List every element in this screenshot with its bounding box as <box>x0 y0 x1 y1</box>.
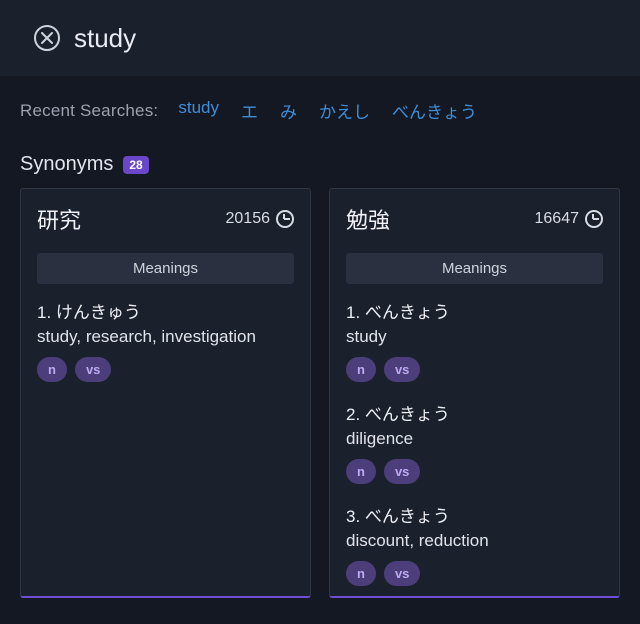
meaning-gloss: study, research, investigation <box>37 327 294 347</box>
meaning-item: 2. べんきょう diligence n vs <box>346 400 603 484</box>
clear-search-button[interactable] <box>34 25 60 51</box>
pos-tag-n: n <box>37 357 67 382</box>
card-header: 研究 20156 <box>37 203 294 235</box>
section-title: Synonyms <box>20 153 113 176</box>
pos-tag-n: n <box>346 357 376 382</box>
meaning-gloss: diligence <box>346 429 603 449</box>
meaning-gloss: study <box>346 327 603 347</box>
close-icon <box>41 32 53 44</box>
recent-searches-row: Recent Searches: study エ み かえし べんきょう <box>0 76 640 123</box>
synonym-card[interactable]: 研究 20156 Meanings 1. けんきゅう study, resear… <box>20 188 311 598</box>
pos-tags: n vs <box>37 357 294 382</box>
search-input[interactable] <box>74 23 620 54</box>
meaning-reading: 1. けんきゅう <box>37 298 294 323</box>
frequency: 16647 <box>535 210 604 228</box>
pos-tag-n: n <box>346 459 376 484</box>
meaning-item: 3. べんきょう discount, reduction n vs <box>346 502 603 586</box>
synonym-card[interactable]: 勉強 16647 Meanings 1. べんきょう study n vs 2.… <box>329 188 620 598</box>
recent-searches-list: study エ み かえし べんきょう <box>178 98 477 123</box>
frequency-value: 20156 <box>226 210 271 228</box>
recent-item[interactable]: study <box>178 98 219 123</box>
synonyms-section-header: Synonyms 28 <box>0 123 640 188</box>
synonym-cards: 研究 20156 Meanings 1. けんきゅう study, resear… <box>0 188 640 598</box>
recent-item[interactable]: かえし <box>319 98 370 123</box>
pos-tag-vs: vs <box>75 357 111 382</box>
frequency-value: 16647 <box>535 210 580 228</box>
pos-tag-n: n <box>346 561 376 586</box>
meaning-item: 1. べんきょう study n vs <box>346 298 603 382</box>
headword: 研究 <box>37 203 81 235</box>
pos-tag-vs: vs <box>384 459 420 484</box>
meanings-tab[interactable]: Meanings <box>346 253 603 284</box>
meaning-reading: 1. べんきょう <box>346 298 603 323</box>
meaning-reading: 3. べんきょう <box>346 502 603 527</box>
pos-tags: n vs <box>346 357 603 382</box>
pos-tag-vs: vs <box>384 357 420 382</box>
synonyms-count-badge: 28 <box>123 156 148 174</box>
meaning-reading: 2. べんきょう <box>346 400 603 425</box>
meanings-list: 1. けんきゅう study, research, investigation … <box>37 298 294 382</box>
meaning-item: 1. けんきゅう study, research, investigation … <box>37 298 294 382</box>
pos-tags: n vs <box>346 459 603 484</box>
recent-searches-label: Recent Searches: <box>20 101 158 121</box>
meaning-gloss: discount, reduction <box>346 531 603 551</box>
frequency: 20156 <box>226 210 295 228</box>
search-bar <box>0 0 640 76</box>
headword: 勉強 <box>346 203 390 235</box>
recent-item[interactable]: エ <box>241 98 258 123</box>
recent-item[interactable]: み <box>280 98 297 123</box>
pos-tags: n vs <box>346 561 603 586</box>
meanings-list: 1. べんきょう study n vs 2. べんきょう diligence n… <box>346 298 603 586</box>
pos-tag-vs: vs <box>384 561 420 586</box>
card-header: 勉強 16647 <box>346 203 603 235</box>
clock-icon <box>276 210 294 228</box>
meanings-tab[interactable]: Meanings <box>37 253 294 284</box>
recent-item[interactable]: べんきょう <box>392 98 477 123</box>
clock-icon <box>585 210 603 228</box>
